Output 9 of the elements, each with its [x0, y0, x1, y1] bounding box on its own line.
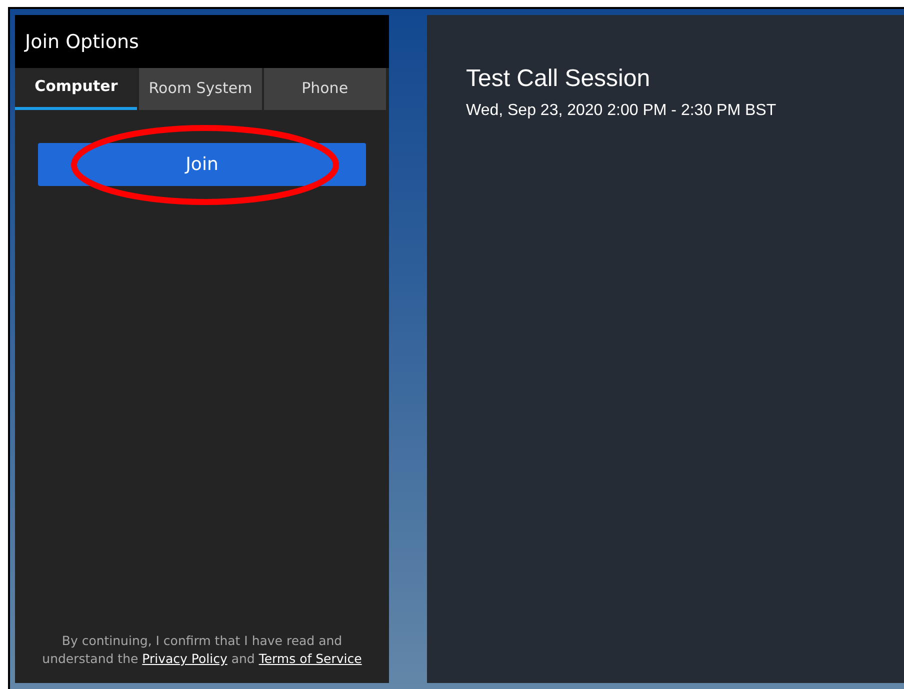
policy-link[interactable]: Terms of Service	[258, 651, 362, 666]
panel-title: Join Options	[25, 30, 139, 52]
tab[interactable]: Phone	[264, 68, 386, 110]
session-time: Wed, Sep 23, 2020 2:00 PM - 2:30 PM BST	[466, 102, 778, 120]
session-title: Test Call Session	[466, 65, 652, 93]
policy-link[interactable]: Privacy Policy	[142, 651, 228, 666]
tab[interactable]: Room System	[139, 68, 262, 110]
consent-notice: By continuing, I confirm that I have read and understand the Privacy Policy and Terms of Service	[41, 632, 363, 668]
join-button[interactable]: Join	[38, 143, 366, 186]
